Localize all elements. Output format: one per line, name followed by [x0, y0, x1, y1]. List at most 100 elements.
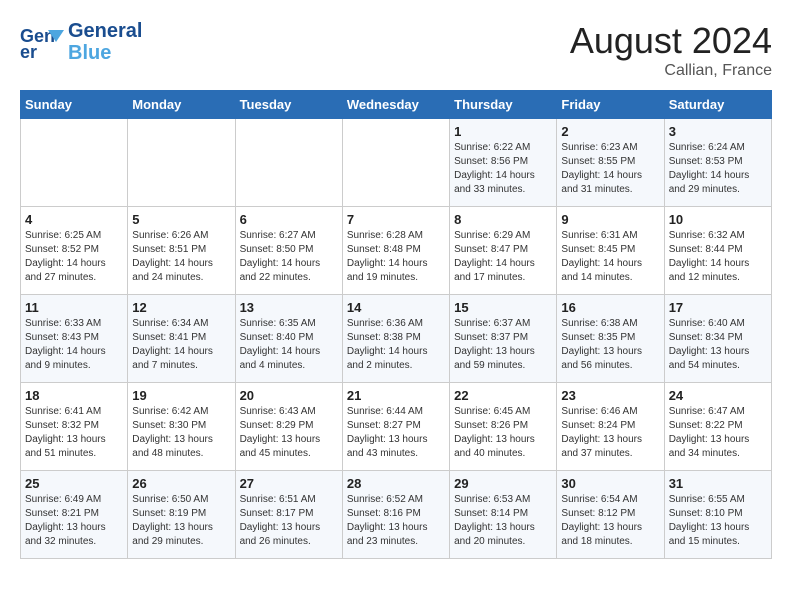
calendar-cell: 26 Sunrise: 6:50 AM Sunset: 8:19 PM Dayli… [128, 471, 235, 559]
calendar-cell: 21 Sunrise: 6:44 AM Sunset: 8:27 PM Dayli… [342, 383, 449, 471]
day-header-thursday: Thursday [450, 91, 557, 119]
day-content: Sunrise: 6:25 AM Sunset: 8:52 PM Dayligh… [25, 229, 123, 285]
day-content: Sunrise: 6:31 AM Sunset: 8:45 PM Dayligh… [561, 229, 659, 285]
day-content: Sunrise: 6:55 AM Sunset: 8:10 PM Dayligh… [669, 493, 767, 549]
day-number: 25 [25, 476, 123, 491]
day-number: 16 [561, 300, 659, 315]
day-number: 3 [669, 124, 767, 139]
day-number: 9 [561, 212, 659, 227]
day-header-sunday: Sunday [21, 91, 128, 119]
calendar-cell: 6 Sunrise: 6:27 AM Sunset: 8:50 PM Daylig… [235, 207, 342, 295]
calendar-cell: 25 Sunrise: 6:49 AM Sunset: 8:21 PM Dayli… [21, 471, 128, 559]
day-number: 28 [347, 476, 445, 491]
day-content: Sunrise: 6:23 AM Sunset: 8:55 PM Dayligh… [561, 141, 659, 197]
header-row: SundayMondayTuesdayWednesdayThursdayFrid… [21, 91, 772, 119]
day-number: 13 [240, 300, 338, 315]
logo: Gen er General Blue [20, 20, 142, 64]
calendar-cell: 20Sunrise: 6:43 AM Sunset: 8:29 PM Dayli… [235, 383, 342, 471]
calendar-cell: 13 Sunrise: 6:35 AM Sunset: 8:40 PM Dayli… [235, 295, 342, 383]
calendar-cell: 15 Sunrise: 6:37 AM Sunset: 8:37 PM Dayli… [450, 295, 557, 383]
day-content: Sunrise: 6:27 AM Sunset: 8:50 PM Dayligh… [240, 229, 338, 285]
week-row-3: 11 Sunrise: 6:33 AM Sunset: 8:43 PM Dayli… [21, 295, 772, 383]
day-content: Sunrise: 6:42 AM Sunset: 8:30 PM Dayligh… [132, 405, 230, 461]
calendar-cell: 8 Sunrise: 6:29 AM Sunset: 8:47 PM Daylig… [450, 207, 557, 295]
day-content: Sunrise: 6:22 AM Sunset: 8:56 PM Dayligh… [454, 141, 552, 197]
calendar-cell: 16 Sunrise: 6:38 AM Sunset: 8:35 PM Dayli… [557, 295, 664, 383]
day-number: 17 [669, 300, 767, 315]
day-number: 11 [25, 300, 123, 315]
calendar-cell: 19 Sunrise: 6:42 AM Sunset: 8:30 PM Dayli… [128, 383, 235, 471]
day-header-wednesday: Wednesday [342, 91, 449, 119]
day-content: Sunrise: 6:29 AM Sunset: 8:47 PM Dayligh… [454, 229, 552, 285]
day-content: Sunrise: 6:37 AM Sunset: 8:37 PM Dayligh… [454, 317, 552, 373]
calendar-cell: 10 Sunrise: 6:32 AM Sunset: 8:44 PM Dayli… [664, 207, 771, 295]
week-row-5: 25 Sunrise: 6:49 AM Sunset: 8:21 PM Dayli… [21, 471, 772, 559]
day-number: 14 [347, 300, 445, 315]
day-number: 15 [454, 300, 552, 315]
day-number: 21 [347, 388, 445, 403]
calendar-cell: 31Sunrise: 6:55 AM Sunset: 8:10 PM Dayli… [664, 471, 771, 559]
day-content: Sunrise: 6:35 AM Sunset: 8:40 PM Dayligh… [240, 317, 338, 373]
day-content: Sunrise: 6:54 AM Sunset: 8:12 PM Dayligh… [561, 493, 659, 549]
day-number: 30 [561, 476, 659, 491]
day-content: Sunrise: 6:45 AM Sunset: 8:26 PM Dayligh… [454, 405, 552, 461]
day-number: 19 [132, 388, 230, 403]
day-content: Sunrise: 6:51 AM Sunset: 8:17 PM Dayligh… [240, 493, 338, 549]
day-number: 24 [669, 388, 767, 403]
day-content: Sunrise: 6:49 AM Sunset: 8:21 PM Dayligh… [25, 493, 123, 549]
logo-blue: Blue [68, 42, 142, 64]
day-header-saturday: Saturday [664, 91, 771, 119]
day-header-tuesday: Tuesday [235, 91, 342, 119]
calendar-cell: 28 Sunrise: 6:52 AM Sunset: 8:16 PM Dayli… [342, 471, 449, 559]
calendar-cell: 11 Sunrise: 6:33 AM Sunset: 8:43 PM Dayli… [21, 295, 128, 383]
day-content: Sunrise: 6:24 AM Sunset: 8:53 PM Dayligh… [669, 141, 767, 197]
logo-icon: Gen er [20, 22, 64, 62]
day-content: Sunrise: 6:26 AM Sunset: 8:51 PM Dayligh… [132, 229, 230, 285]
calendar-cell: 12Sunrise: 6:34 AM Sunset: 8:41 PM Dayli… [128, 295, 235, 383]
day-number: 29 [454, 476, 552, 491]
week-row-2: 4Sunrise: 6:25 AM Sunset: 8:52 PM Daylig… [21, 207, 772, 295]
calendar-cell: 2 Sunrise: 6:23 AM Sunset: 8:55 PM Daylig… [557, 119, 664, 207]
day-number: 8 [454, 212, 552, 227]
location: Callian, France [570, 62, 772, 80]
day-number: 6 [240, 212, 338, 227]
day-number: 5 [132, 212, 230, 227]
day-number: 10 [669, 212, 767, 227]
calendar-cell: 5 Sunrise: 6:26 AM Sunset: 8:51 PM Daylig… [128, 207, 235, 295]
day-content: Sunrise: 6:44 AM Sunset: 8:27 PM Dayligh… [347, 405, 445, 461]
day-content: Sunrise: 6:53 AM Sunset: 8:14 PM Dayligh… [454, 493, 552, 549]
calendar-cell: 30 Sunrise: 6:54 AM Sunset: 8:12 PM Dayli… [557, 471, 664, 559]
week-row-1: 1 Sunrise: 6:22 AM Sunset: 8:56 PM Daylig… [21, 119, 772, 207]
day-content: Sunrise: 6:47 AM Sunset: 8:22 PM Dayligh… [669, 405, 767, 461]
day-header-monday: Monday [128, 91, 235, 119]
calendar-cell: 27 Sunrise: 6:51 AM Sunset: 8:17 PM Dayli… [235, 471, 342, 559]
calendar-cell: 7Sunrise: 6:28 AM Sunset: 8:48 PM Daylig… [342, 207, 449, 295]
week-row-4: 18 Sunrise: 6:41 AM Sunset: 8:32 PM Dayli… [21, 383, 772, 471]
day-content: Sunrise: 6:32 AM Sunset: 8:44 PM Dayligh… [669, 229, 767, 285]
logo-general: General [68, 20, 142, 42]
calendar-cell: 29 Sunrise: 6:53 AM Sunset: 8:14 PM Dayli… [450, 471, 557, 559]
day-content: Sunrise: 6:38 AM Sunset: 8:35 PM Dayligh… [561, 317, 659, 373]
calendar-header: Gen er General Blue August 2024 Callian,… [20, 20, 772, 80]
day-number: 27 [240, 476, 338, 491]
calendar-cell: 23Sunrise: 6:46 AM Sunset: 8:24 PM Dayli… [557, 383, 664, 471]
day-content: Sunrise: 6:50 AM Sunset: 8:19 PM Dayligh… [132, 493, 230, 549]
day-content: Sunrise: 6:52 AM Sunset: 8:16 PM Dayligh… [347, 493, 445, 549]
day-number: 18 [25, 388, 123, 403]
day-number: 2 [561, 124, 659, 139]
calendar-cell: 17Sunrise: 6:40 AM Sunset: 8:34 PM Dayli… [664, 295, 771, 383]
day-number: 12 [132, 300, 230, 315]
day-content: Sunrise: 6:46 AM Sunset: 8:24 PM Dayligh… [561, 405, 659, 461]
calendar-cell: 4Sunrise: 6:25 AM Sunset: 8:52 PM Daylig… [21, 207, 128, 295]
day-number: 1 [454, 124, 552, 139]
title-block: August 2024 Callian, France [570, 20, 772, 80]
calendar-cell: 1 Sunrise: 6:22 AM Sunset: 8:56 PM Daylig… [450, 119, 557, 207]
calendar-cell: 9 Sunrise: 6:31 AM Sunset: 8:45 PM Daylig… [557, 207, 664, 295]
calendar-table: SundayMondayTuesdayWednesdayThursdayFrid… [20, 90, 772, 559]
calendar-cell: 22Sunrise: 6:45 AM Sunset: 8:26 PM Dayli… [450, 383, 557, 471]
day-number: 26 [132, 476, 230, 491]
day-content: Sunrise: 6:43 AM Sunset: 8:29 PM Dayligh… [240, 405, 338, 461]
day-content: Sunrise: 6:33 AM Sunset: 8:43 PM Dayligh… [25, 317, 123, 373]
day-content: Sunrise: 6:41 AM Sunset: 8:32 PM Dayligh… [25, 405, 123, 461]
day-content: Sunrise: 6:28 AM Sunset: 8:48 PM Dayligh… [347, 229, 445, 285]
